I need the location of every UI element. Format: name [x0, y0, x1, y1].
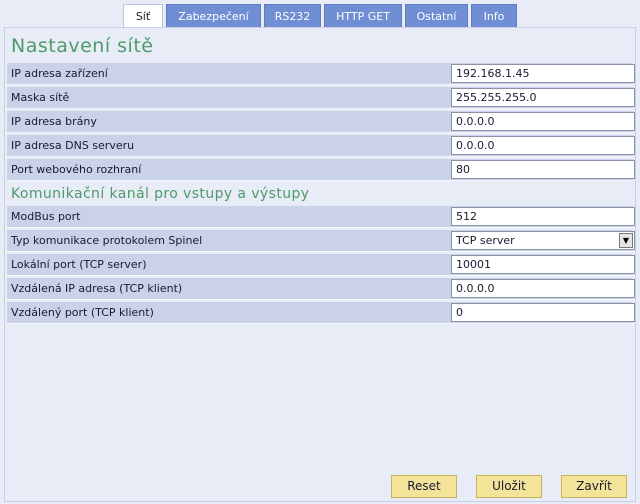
row-device-ip: IP adresa zařízení: [7, 63, 635, 85]
dns-ip-input[interactable]: [451, 136, 635, 155]
gateway-ip-input[interactable]: [451, 112, 635, 131]
chevron-down-icon[interactable]: ▼: [619, 233, 633, 248]
tab-bar: Síť Zabezpečení RS232 HTTP GET Ostatní I…: [0, 0, 640, 28]
settings-panel: Nastavení sítě IP adresa zařízení Maska …: [4, 27, 636, 502]
reset-button[interactable]: Reset: [391, 475, 457, 498]
tab-info[interactable]: Info: [471, 4, 517, 27]
spinel-type-value: TCP server: [456, 234, 515, 247]
remote-ip-label: Vzdálená IP adresa (TCP klient): [11, 282, 183, 295]
tab-ostatni[interactable]: Ostatní: [405, 4, 468, 27]
row-gateway-ip: IP adresa brány: [7, 111, 635, 133]
dns-ip-label: IP adresa DNS serveru: [11, 139, 135, 152]
subnet-mask-input[interactable]: [451, 88, 635, 107]
tab-sit[interactable]: Síť: [123, 4, 163, 28]
row-subnet-mask: Maska sítě: [7, 87, 635, 109]
remote-port-input[interactable]: [451, 303, 635, 322]
web-port-input[interactable]: [451, 160, 635, 179]
close-button[interactable]: Zavřít: [561, 475, 627, 498]
device-ip-label: IP adresa zařízení: [11, 67, 108, 80]
device-ip-input[interactable]: [451, 64, 635, 83]
spinel-type-select[interactable]: TCP server ▼: [451, 231, 635, 250]
gateway-ip-label: IP adresa brány: [11, 115, 97, 128]
comm-channel-title: Komunikační kanál pro vstupy a výstupy: [11, 186, 310, 202]
tab-http-get[interactable]: HTTP GET: [324, 4, 402, 27]
row-remote-ip: Vzdálená IP adresa (TCP klient): [7, 278, 635, 300]
save-button[interactable]: Uložit: [476, 475, 542, 498]
row-spinel-type: Typ komunikace protokolem Spinel TCP ser…: [7, 230, 635, 252]
spinel-type-label: Typ komunikace protokolem Spinel: [11, 234, 203, 247]
row-modbus-port: ModBus port: [7, 206, 635, 228]
remote-ip-input[interactable]: [451, 279, 635, 298]
network-settings-title: Nastavení sítě: [11, 35, 154, 57]
row-local-port: Lokální port (TCP server): [7, 254, 635, 276]
row-dns-ip: IP adresa DNS serveru: [7, 135, 635, 157]
local-port-input[interactable]: [451, 255, 635, 274]
remote-port-label: Vzdálený port (TCP klient): [11, 306, 154, 319]
tab-rs232[interactable]: RS232: [264, 4, 321, 27]
subnet-mask-label: Maska sítě: [11, 91, 70, 104]
modbus-port-label: ModBus port: [11, 210, 81, 223]
row-web-port: Port webového rozhraní: [7, 159, 635, 181]
row-remote-port: Vzdálený port (TCP klient): [7, 302, 635, 324]
tab-zabezpeceni[interactable]: Zabezpečení: [166, 4, 261, 27]
web-port-label: Port webového rozhraní: [11, 163, 142, 176]
local-port-label: Lokální port (TCP server): [11, 258, 147, 271]
modbus-port-input[interactable]: [451, 207, 635, 226]
